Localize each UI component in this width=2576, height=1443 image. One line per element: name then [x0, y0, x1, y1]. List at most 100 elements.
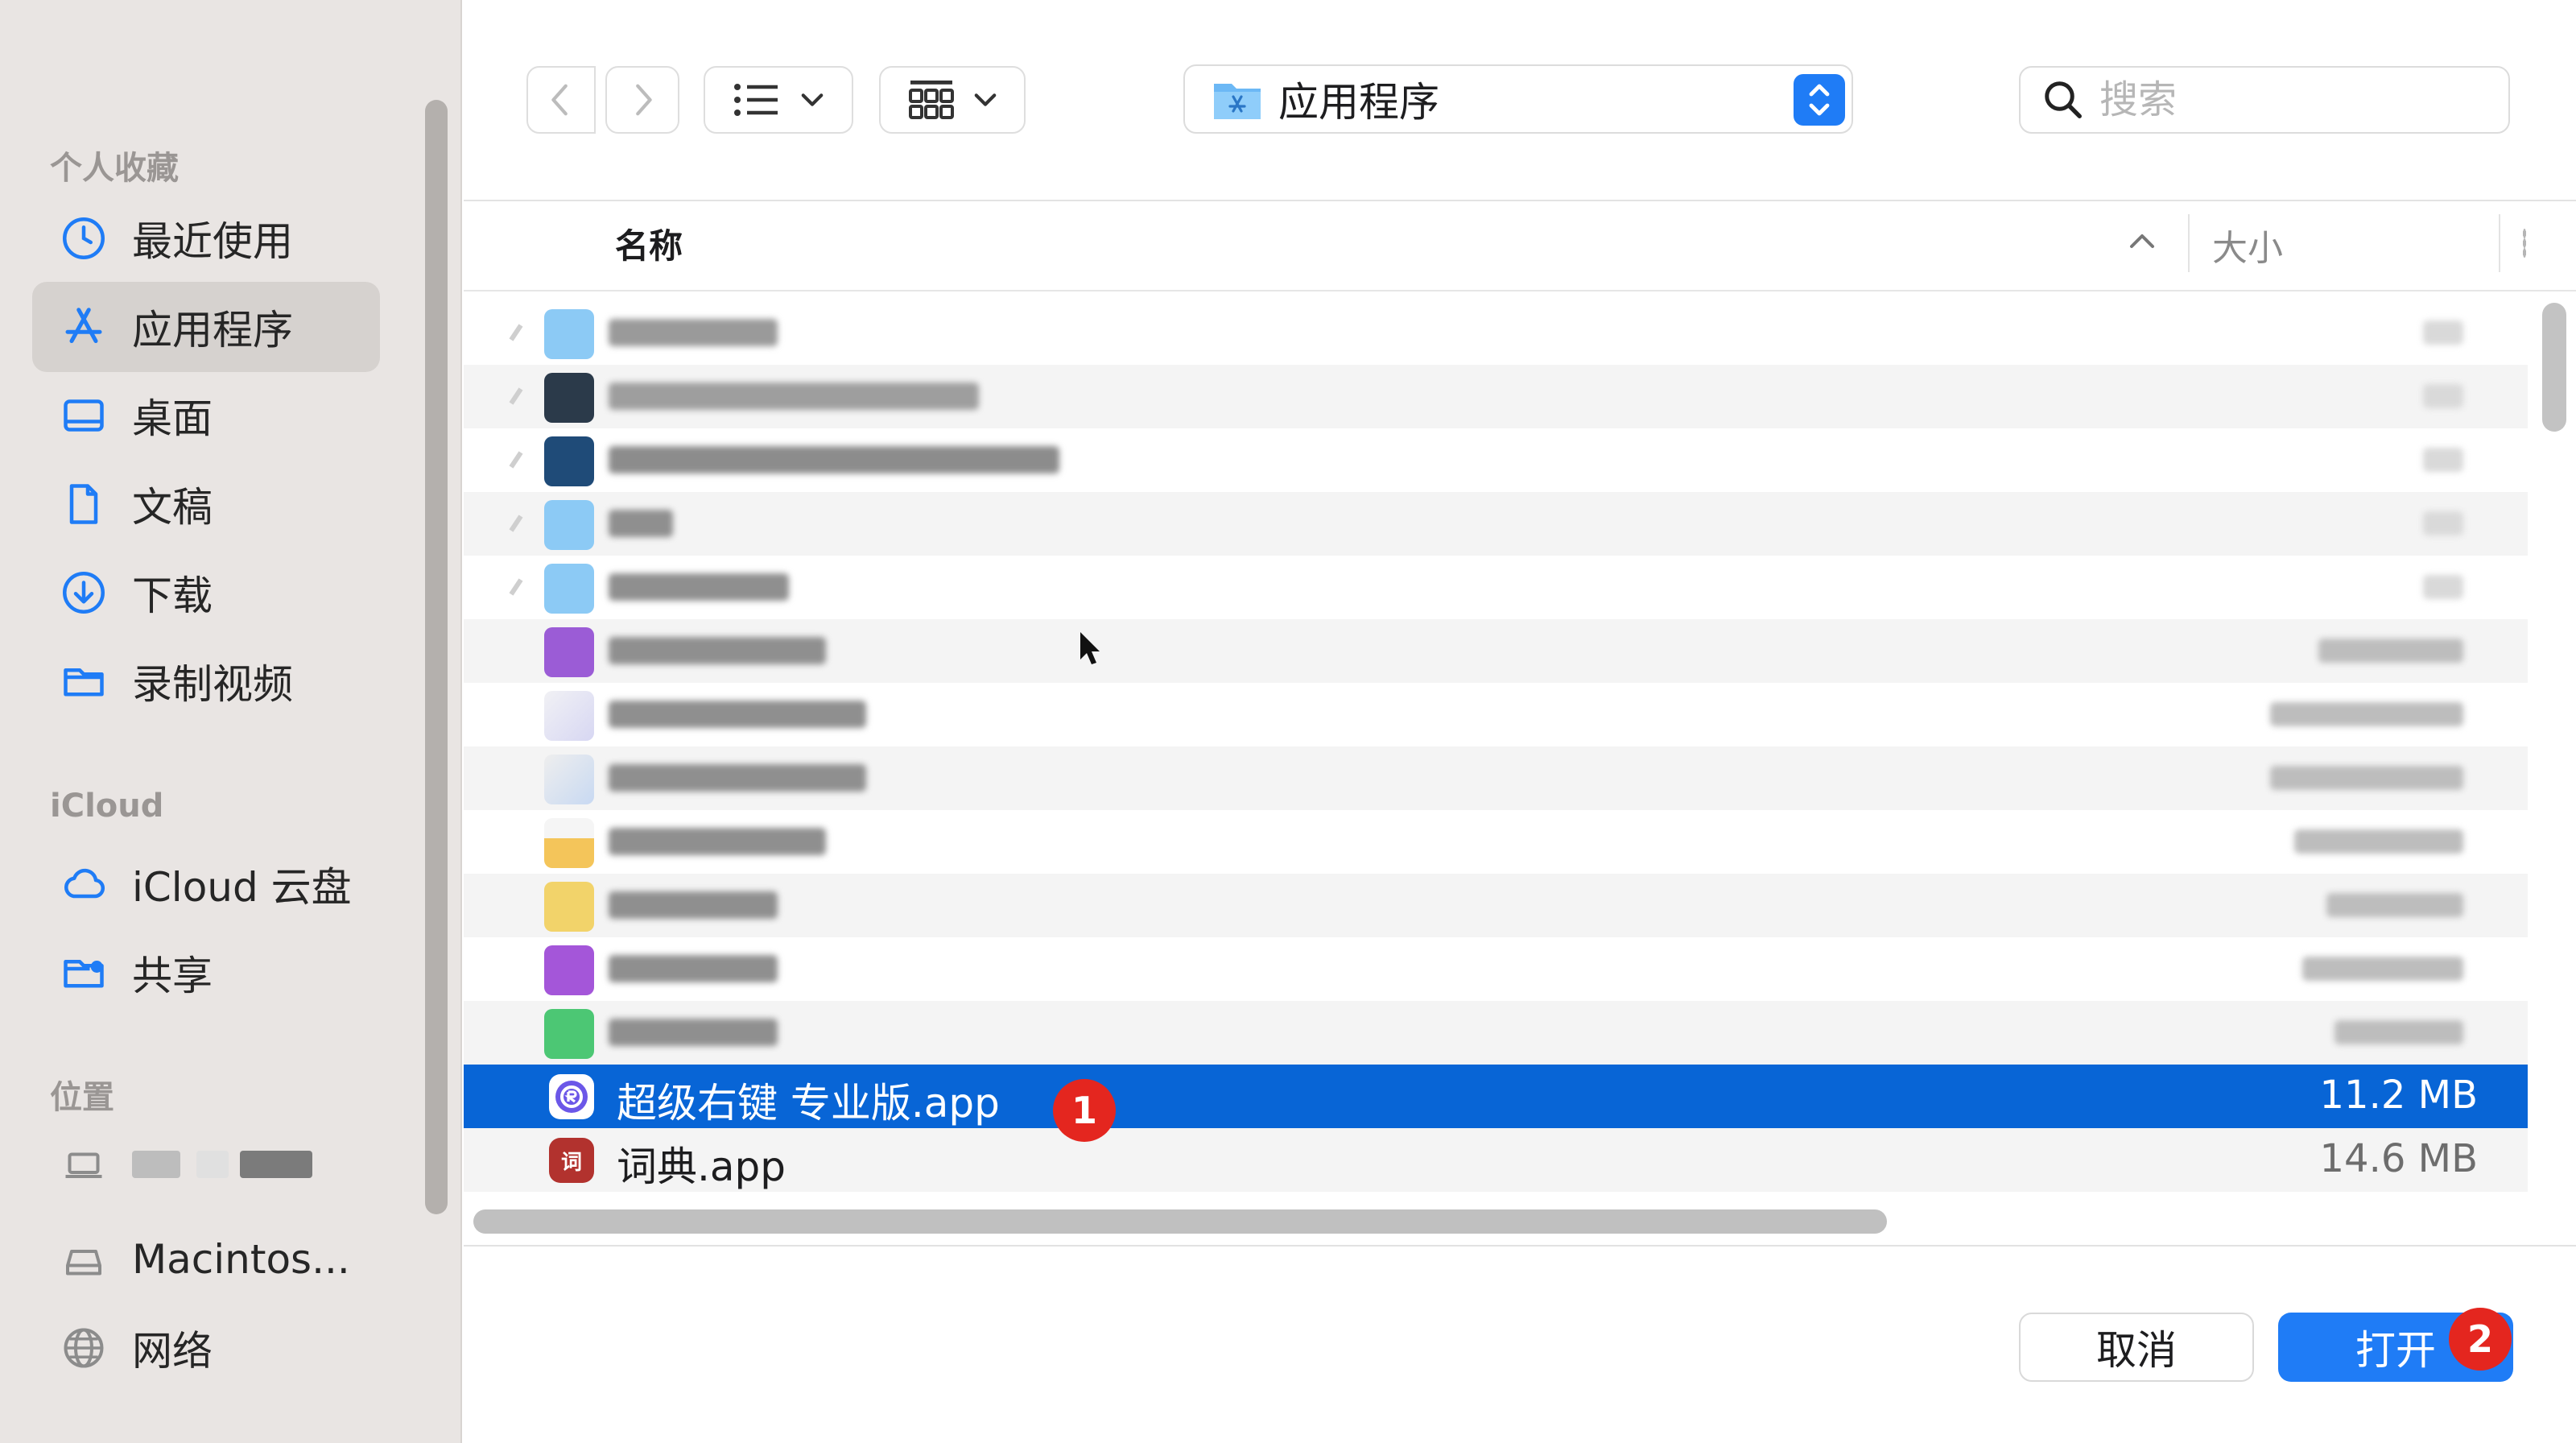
blurred-filename: [609, 891, 778, 919]
blurred-size: [2423, 320, 2463, 345]
blurred-filename: [609, 510, 673, 537]
blurred-label: [132, 1151, 180, 1178]
table-row[interactable]: [464, 492, 2528, 556]
table-row[interactable]: [464, 556, 2528, 619]
forward-button[interactable]: [605, 66, 679, 134]
column-header-name[interactable]: 名称: [615, 219, 683, 268]
sidebar-scrollbar[interactable]: [425, 100, 448, 1214]
blurred-filename: [609, 637, 826, 664]
table-row-selected[interactable]: 超级右键 专业版.app 11.2 MB: [464, 1065, 2528, 1128]
disclosure-icon[interactable]: [504, 511, 528, 535]
step-badge-1: 1: [1053, 1079, 1116, 1142]
blurred-label: [196, 1151, 229, 1178]
header-divider: [464, 290, 2576, 291]
disclosure-icon[interactable]: [504, 575, 528, 599]
disclosure-icon[interactable]: [504, 448, 528, 472]
table-row[interactable]: [464, 365, 2528, 428]
sidebar-item-shared[interactable]: 共享: [32, 928, 380, 1018]
cloud-icon: [58, 858, 109, 910]
table-row[interactable]: [464, 1001, 2528, 1065]
blurred-size: [2334, 1020, 2463, 1044]
blurred-size: [2318, 639, 2463, 663]
blurred-filename: [609, 446, 1059, 473]
disclosure-icon[interactable]: [504, 320, 528, 345]
list-top-border: [464, 200, 2576, 201]
table-row[interactable]: [464, 301, 2528, 365]
table-row[interactable]: 词 词典.app 14.6 MB: [464, 1128, 2528, 1192]
table-row[interactable]: [464, 428, 2528, 492]
app-icon: [544, 818, 594, 868]
sidebar-item-label: iCloud 云盘: [132, 864, 352, 911]
group-view-button[interactable]: [879, 66, 1026, 134]
sidebar-item-macintosh-hd[interactable]: Macintos...: [32, 1214, 380, 1304]
search-field[interactable]: [2019, 66, 2510, 134]
folder-icon: [544, 436, 594, 486]
sidebar-item-icloud-drive[interactable]: iCloud 云盘: [32, 839, 380, 929]
table-row[interactable]: [464, 683, 2528, 746]
search-icon: [2045, 81, 2082, 118]
sidebar-item-recents[interactable]: 最近使用: [32, 193, 380, 283]
horizontal-scrollbar[interactable]: [473, 1209, 1887, 1234]
blurred-filename: [609, 319, 778, 346]
chevron-down-icon: [801, 93, 824, 106]
laptop-icon: [58, 1139, 109, 1190]
disclosure-icon[interactable]: [504, 384, 528, 408]
blurred-size: [2270, 766, 2463, 790]
chevron-right-icon: [636, 84, 652, 116]
blurred-size: [2423, 384, 2463, 408]
sidebar-section-favorites: 个人收藏: [50, 150, 179, 187]
file-open-dialog: 个人收藏 最近使用 应用程序 桌面 文稿 下载 录制视频 iCloud iClo…: [0, 0, 2576, 1443]
folder-icon: [544, 373, 594, 423]
file-size: 11.2 MB: [2319, 1073, 2478, 1118]
sidebar-item-documents[interactable]: 文稿: [32, 459, 380, 549]
chevron-left-icon: [551, 84, 568, 116]
blurred-label: [240, 1151, 312, 1178]
chevron-down-icon: [974, 93, 997, 106]
column-header-size[interactable]: 大小: [2212, 219, 2283, 271]
column-more-icon[interactable]: [2523, 229, 2526, 258]
file-size: 14.6 MB: [2319, 1136, 2478, 1181]
blurred-filename: [609, 382, 979, 410]
vertical-scrollbar[interactable]: [2542, 303, 2566, 432]
location-popup[interactable]: 应用程序: [1183, 64, 1853, 134]
sidebar-item-applications[interactable]: 应用程序: [32, 282, 380, 372]
sidebar-item-downloads[interactable]: 下载: [32, 548, 380, 638]
location-label: 应用程序: [1278, 79, 1439, 126]
blurred-size: [2270, 702, 2463, 726]
list-icon: [734, 84, 778, 116]
applications-folder-icon: [1214, 84, 1261, 119]
column-divider[interactable]: [2499, 214, 2500, 272]
clock-icon: [58, 213, 109, 264]
blurred-size: [2294, 829, 2463, 854]
sidebar-item-macbook[interactable]: [32, 1119, 380, 1209]
sidebar-item-label: 文稿: [132, 484, 213, 531]
sort-ascending-icon[interactable]: [2128, 232, 2156, 250]
app-icon: [544, 755, 594, 804]
sidebar-item-desktop[interactable]: 桌面: [32, 370, 380, 461]
table-row[interactable]: [464, 746, 2528, 810]
sidebar-item-recordings[interactable]: 录制视频: [32, 636, 380, 726]
location-stepper[interactable]: [1794, 74, 1845, 126]
sidebar-item-label: 最近使用: [132, 218, 293, 265]
column-divider[interactable]: [2188, 214, 2190, 272]
cancel-button[interactable]: 取消: [2019, 1313, 2254, 1382]
sidebar-section-icloud: iCloud: [50, 788, 164, 825]
sidebar-item-network[interactable]: 网络: [32, 1303, 380, 1393]
folder-icon: [58, 655, 109, 707]
download-icon: [58, 567, 109, 618]
blurred-size: [2302, 957, 2463, 981]
app-icon: [544, 627, 594, 677]
sidebar-item-label: 共享: [132, 953, 213, 999]
search-input[interactable]: [2099, 77, 2470, 122]
table-row[interactable]: [464, 619, 2528, 683]
step-badge-2: 2: [2449, 1308, 2512, 1371]
list-view-button[interactable]: [704, 66, 853, 134]
table-row[interactable]: [464, 937, 2528, 1001]
back-button[interactable]: [526, 66, 596, 134]
folder-icon: [544, 309, 594, 359]
table-row[interactable]: [464, 874, 2528, 937]
file-list[interactable]: 超级右键 专业版.app 11.2 MB 词 词典.app 14.6 MB: [464, 301, 2528, 1192]
sidebar-item-label: 应用程序: [132, 307, 293, 354]
file-name: 词典.app: [617, 1143, 786, 1190]
table-row[interactable]: [464, 810, 2528, 874]
